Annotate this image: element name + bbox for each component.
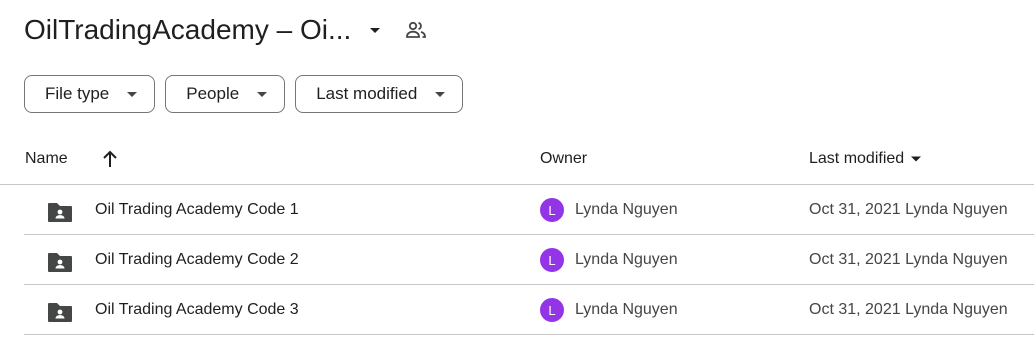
arrow-drop-down-icon[interactable] — [363, 18, 387, 42]
avatar: L — [540, 248, 564, 272]
column-header-owner[interactable]: Owner — [540, 150, 587, 168]
table-row[interactable]: Oil Trading Academy Code 3 L Lynda Nguye… — [24, 285, 1034, 335]
people-filter[interactable]: People — [165, 75, 286, 113]
file-type-filter-label: File type — [45, 84, 110, 103]
file-name[interactable]: Oil Trading Academy Code 2 — [95, 251, 299, 269]
file-name[interactable]: Oil Trading Academy Code 3 — [95, 301, 299, 319]
owner-name: Lynda Nguyen — [575, 301, 678, 318]
owner-name: Lynda Nguyen — [575, 251, 678, 268]
shared-folder-icon — [48, 303, 72, 322]
column-header-last-modified[interactable]: Last modified — [809, 150, 922, 168]
shared-people-icon[interactable] — [403, 17, 429, 43]
caret-down-icon — [127, 91, 138, 97]
owner-name: Lynda Nguyen — [575, 201, 678, 218]
last-modified-value: Oct 31, 2021 Lynda Nguyen — [809, 301, 1008, 318]
people-filter-label: People — [186, 84, 240, 103]
folder-title[interactable]: OilTradingAcademy – Oi... — [24, 14, 351, 46]
shared-folder-icon — [48, 203, 72, 222]
last-modified-value: Oct 31, 2021 Lynda Nguyen — [809, 201, 1008, 218]
table-header: Name Owner Last modified — [0, 136, 1034, 185]
file-type-filter[interactable]: File type — [24, 75, 156, 113]
last-modified-filter[interactable]: Last modified — [295, 75, 464, 113]
last-modified-filter-label: Last modified — [316, 84, 418, 103]
table-row[interactable]: Oil Trading Academy Code 1 L Lynda Nguye… — [24, 185, 1034, 235]
avatar: L — [540, 198, 564, 222]
filter-chips: File type People Last modified — [24, 75, 464, 113]
caret-down-icon — [257, 91, 268, 97]
column-header-last-modified-label: Last modified — [809, 150, 905, 167]
arrow-upward-icon[interactable] — [101, 149, 119, 169]
shared-folder-icon — [48, 253, 72, 272]
last-modified-value: Oct 31, 2021 Lynda Nguyen — [809, 251, 1008, 268]
column-header-name[interactable]: Name — [25, 150, 68, 168]
sort-descending-icon — [911, 156, 922, 162]
table-row[interactable]: Oil Trading Academy Code 2 L Lynda Nguye… — [24, 235, 1034, 285]
file-name[interactable]: Oil Trading Academy Code 1 — [95, 201, 299, 219]
folder-title-bar: OilTradingAcademy – Oi... — [24, 8, 429, 52]
caret-down-icon — [435, 91, 446, 97]
avatar: L — [540, 298, 564, 322]
